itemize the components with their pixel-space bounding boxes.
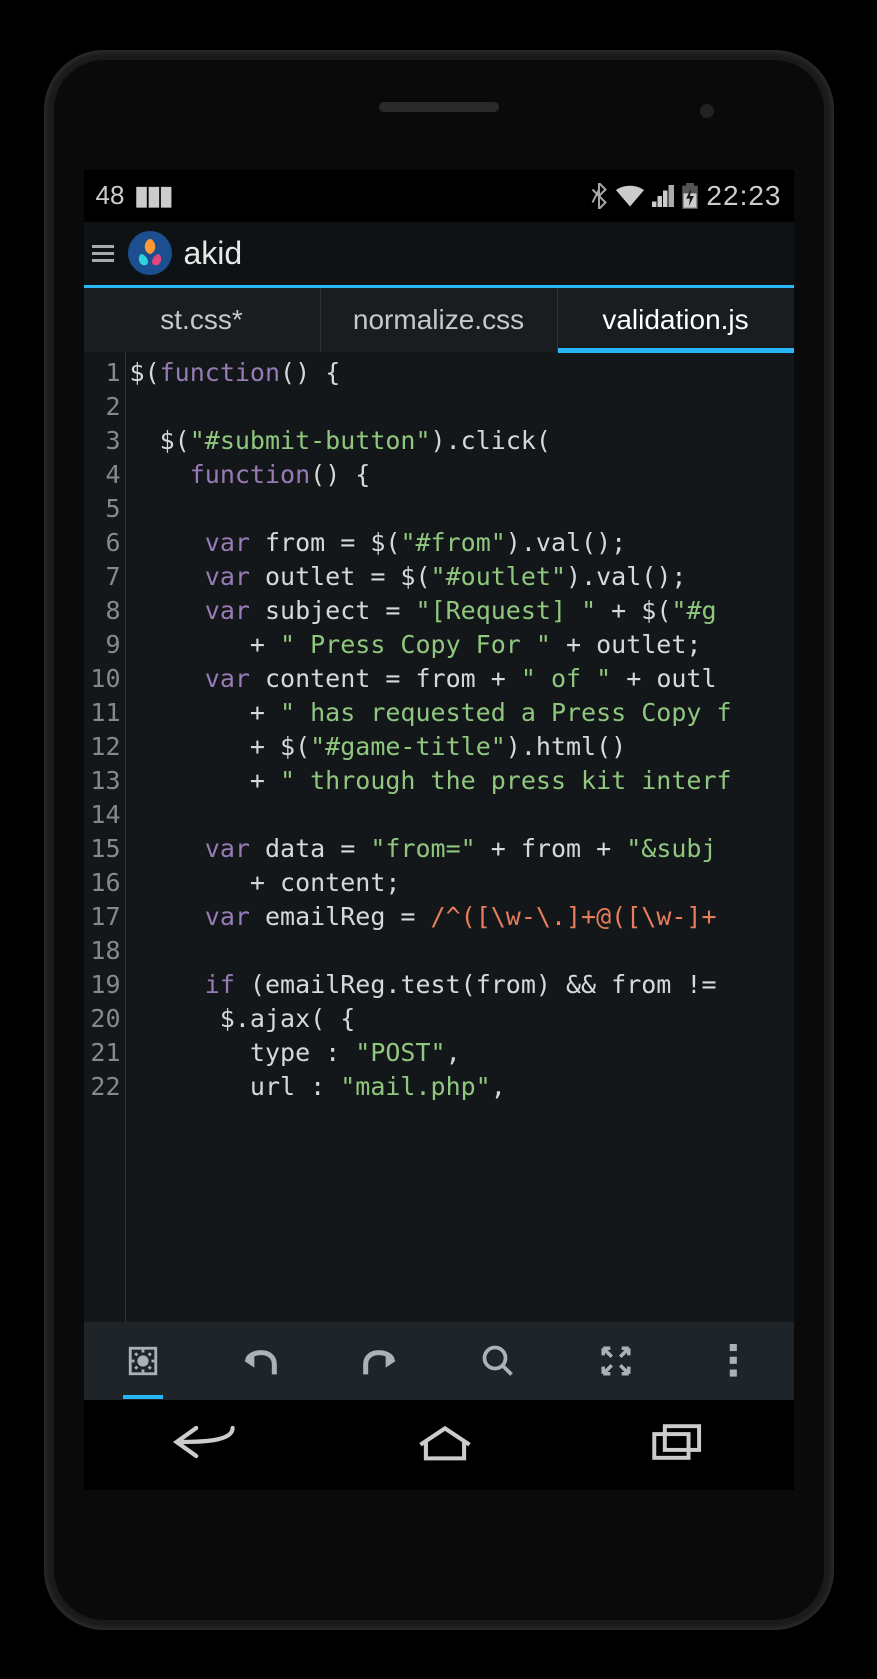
- line-number: 3: [84, 424, 121, 458]
- tab-bar: st.css* normalize.css validation.js: [84, 288, 794, 352]
- code-line[interactable]: var content = from + " of " + outl: [130, 662, 794, 696]
- recent-apps-button[interactable]: [649, 1422, 707, 1467]
- code-line[interactable]: $("#submit-button").click(: [130, 424, 794, 458]
- screen: 48 ▮▮▮ 22:23: [84, 170, 794, 1490]
- code-line[interactable]: + " has requested a Press Copy f: [130, 696, 794, 730]
- line-number: 12: [84, 730, 121, 764]
- line-number: 5: [84, 492, 121, 526]
- code-line[interactable]: var outlet = $("#outlet").val();: [130, 560, 794, 594]
- line-number: 18: [84, 934, 121, 968]
- code-line[interactable]: $(function() {: [130, 356, 794, 390]
- line-number: 22: [84, 1070, 121, 1104]
- phone-frame: 48 ▮▮▮ 22:23: [44, 50, 834, 1630]
- code-line[interactable]: + content;: [130, 866, 794, 900]
- line-number: 2: [84, 390, 121, 424]
- line-number: 7: [84, 560, 121, 594]
- code-line[interactable]: var from = $("#from").val();: [130, 526, 794, 560]
- tab-label: normalize.css: [353, 304, 524, 336]
- line-number: 17: [84, 900, 121, 934]
- line-number: 4: [84, 458, 121, 492]
- editor-toolbar: [84, 1322, 794, 1400]
- code-line[interactable]: if (emailReg.test(from) && from !=: [130, 968, 794, 1002]
- home-button[interactable]: [415, 1422, 475, 1467]
- code-line[interactable]: [130, 390, 794, 424]
- line-number: 21: [84, 1036, 121, 1070]
- code-line[interactable]: + " through the press kit interf: [130, 764, 794, 798]
- bluetooth-icon: [590, 183, 608, 209]
- fullscreen-button[interactable]: [586, 1331, 646, 1391]
- phone-camera: [700, 104, 714, 118]
- notification-count: 48: [96, 180, 125, 211]
- back-button[interactable]: [171, 1422, 241, 1467]
- code-line[interactable]: var data = "from=" + from + "&subj: [130, 832, 794, 866]
- code-line[interactable]: url : "mail.php",: [130, 1070, 794, 1104]
- line-number: 19: [84, 968, 121, 1002]
- status-time: 22:23: [706, 180, 781, 212]
- line-number: 1: [84, 356, 121, 390]
- code-line[interactable]: [130, 934, 794, 968]
- code-line[interactable]: $.ajax( {: [130, 1002, 794, 1036]
- line-number: 11: [84, 696, 121, 730]
- line-number: 15: [84, 832, 121, 866]
- code-area[interactable]: $(function() { $("#submit-button").click…: [126, 352, 794, 1322]
- line-number: 6: [84, 526, 121, 560]
- code-line[interactable]: var subject = "[Request] " + $("#g: [130, 594, 794, 628]
- code-line[interactable]: [130, 492, 794, 526]
- line-number: 13: [84, 764, 121, 798]
- code-line[interactable]: function() {: [130, 458, 794, 492]
- code-editor[interactable]: 12345678910111213141516171819202122 $(fu…: [84, 352, 794, 1322]
- app-title: akid: [184, 235, 243, 272]
- notification-icon: ▮▮▮: [134, 180, 171, 211]
- line-number: 10: [84, 662, 121, 696]
- app-logo: [128, 231, 172, 275]
- line-number: 8: [84, 594, 121, 628]
- code-line[interactable]: type : "POST",: [130, 1036, 794, 1070]
- redo-button[interactable]: [349, 1331, 409, 1391]
- code-line[interactable]: + " Press Copy For " + outlet;: [130, 628, 794, 662]
- line-number: 9: [84, 628, 121, 662]
- tab-label: validation.js: [602, 304, 748, 336]
- search-button[interactable]: [468, 1331, 528, 1391]
- tab-file-2[interactable]: validation.js: [558, 288, 794, 352]
- tab-file-1[interactable]: normalize.css: [321, 288, 558, 352]
- tab-file-0[interactable]: st.css*: [84, 288, 321, 352]
- tab-label: st.css*: [160, 304, 242, 336]
- settings-button[interactable]: [113, 1331, 173, 1391]
- android-navbar: [84, 1400, 794, 1490]
- code-line[interactable]: [130, 798, 794, 832]
- line-number: 20: [84, 1002, 121, 1036]
- code-line[interactable]: + $("#game-title").html(): [130, 730, 794, 764]
- code-line[interactable]: var emailReg = /^([\w-\.]+@([\w-]+: [130, 900, 794, 934]
- status-bar: 48 ▮▮▮ 22:23: [84, 170, 794, 222]
- line-gutter: 12345678910111213141516171819202122: [84, 352, 126, 1322]
- phone-speaker: [379, 102, 499, 112]
- overflow-button[interactable]: [704, 1331, 764, 1391]
- battery-icon: [682, 183, 698, 209]
- phone-inner: 48 ▮▮▮ 22:23: [54, 60, 824, 1620]
- line-number: 16: [84, 866, 121, 900]
- undo-button[interactable]: [231, 1331, 291, 1391]
- wifi-icon: [616, 185, 644, 207]
- line-number: 14: [84, 798, 121, 832]
- menu-button[interactable]: [90, 239, 116, 268]
- signal-icon: [652, 185, 674, 207]
- app-header: akid: [84, 222, 794, 288]
